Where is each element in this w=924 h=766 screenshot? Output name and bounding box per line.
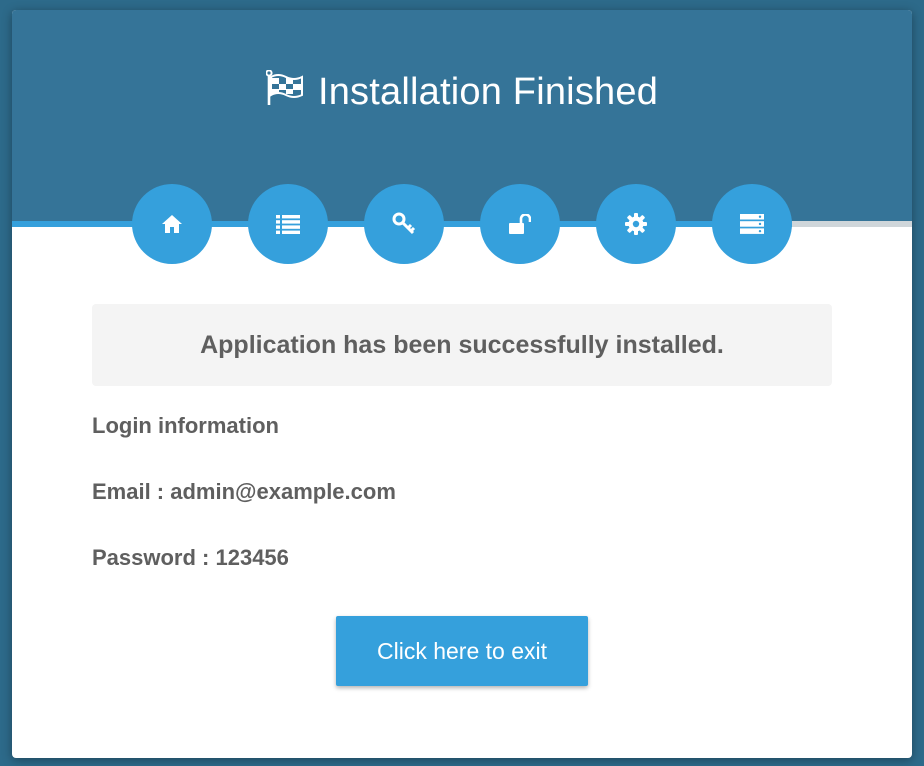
step-indicator <box>132 184 832 264</box>
step-database[interactable] <box>712 184 792 264</box>
installer-card: Installation Finished Application has be… <box>12 10 912 758</box>
key-icon <box>392 212 416 235</box>
server-icon <box>740 214 764 234</box>
gear-icon <box>625 213 647 235</box>
page-title: Installation Finished <box>12 68 912 118</box>
success-notice: Application has been successfully instal… <box>92 304 832 386</box>
list-icon <box>276 215 300 234</box>
step-home[interactable] <box>132 184 212 264</box>
flag-checkered-icon <box>265 69 306 118</box>
login-email: Email : admin@example.com <box>92 479 396 504</box>
unlock-icon <box>509 214 531 234</box>
step-permissions[interactable] <box>364 184 444 264</box>
login-info-heading: Login information <box>92 413 279 438</box>
exit-button[interactable]: Click here to exit <box>336 616 588 686</box>
title-text: Installation Finished <box>317 71 659 113</box>
login-password: Password : 123456 <box>92 545 289 570</box>
success-message: Application has been successfully instal… <box>200 330 724 359</box>
step-settings[interactable] <box>596 184 676 264</box>
home-icon <box>162 215 182 233</box>
step-environment[interactable] <box>480 184 560 264</box>
step-requirements[interactable] <box>248 184 328 264</box>
